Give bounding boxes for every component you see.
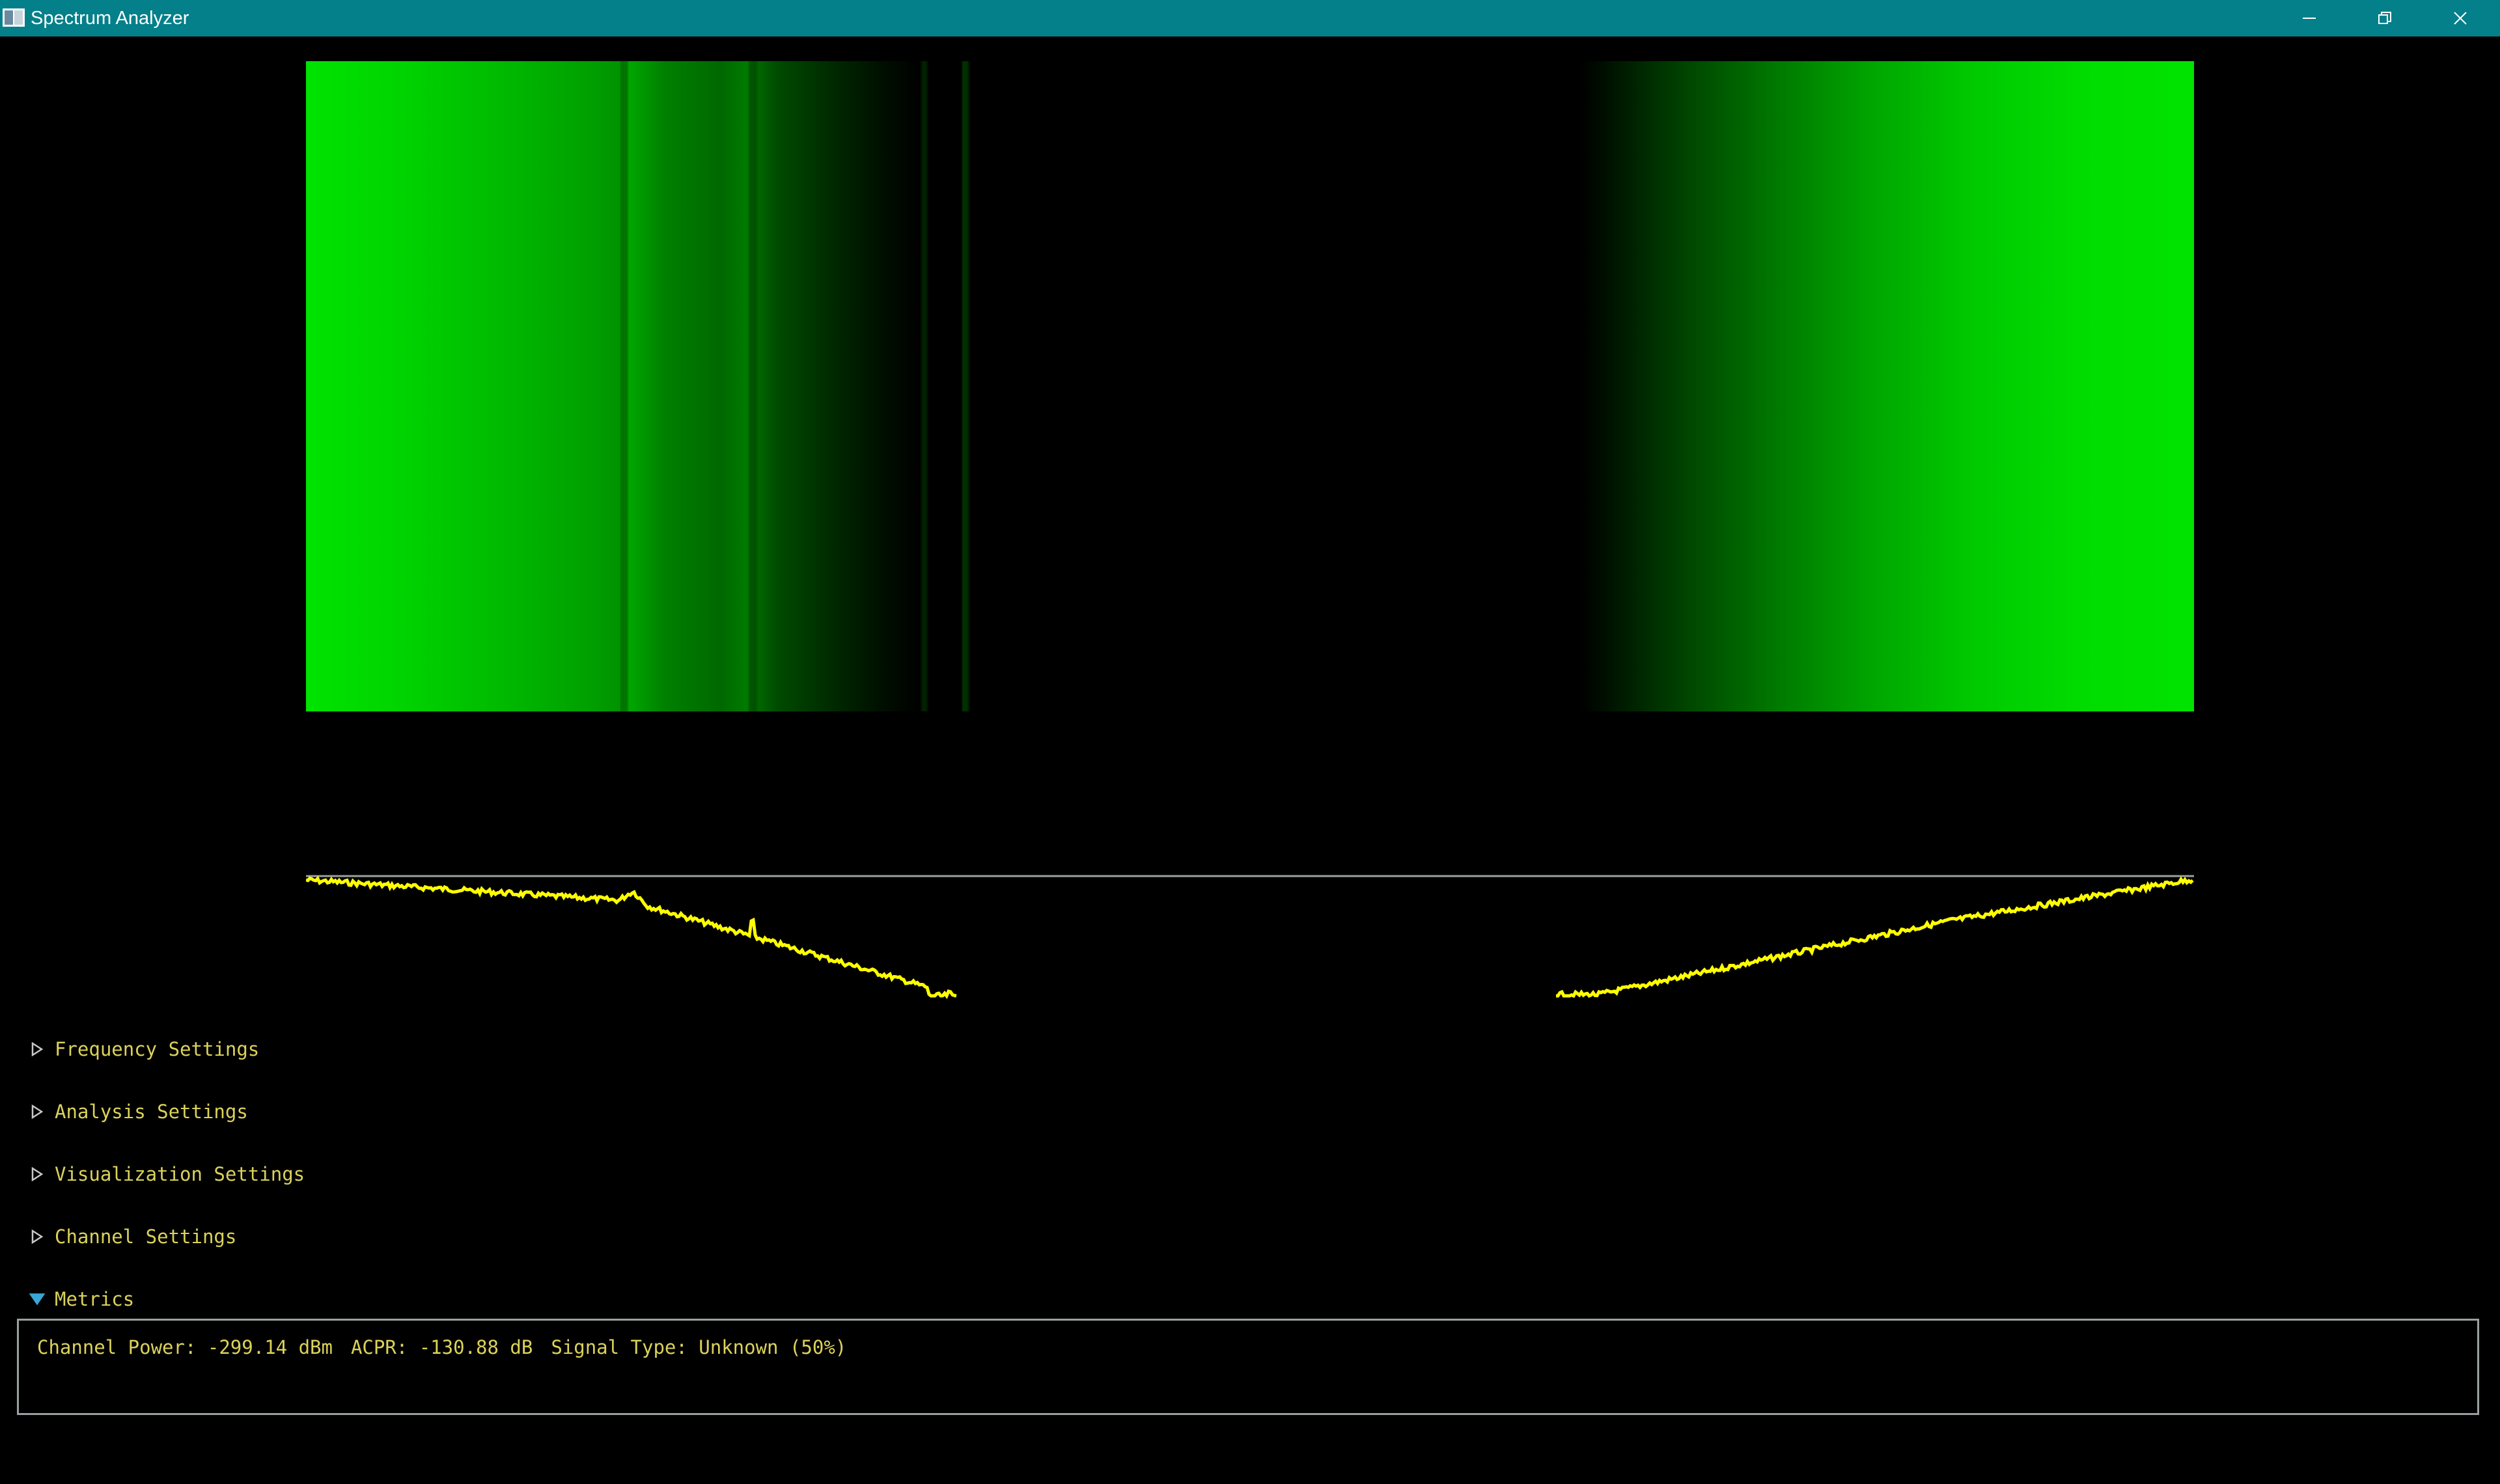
analysis-settings-header[interactable]: Analysis Settings bbox=[29, 1099, 248, 1125]
channel-settings-header[interactable]: Channel Settings bbox=[29, 1224, 236, 1250]
restore-button[interactable] bbox=[2347, 0, 2423, 36]
minimize-button[interactable] bbox=[2271, 0, 2347, 36]
collapsed-arrow-icon bbox=[29, 1041, 46, 1058]
channel-power-value: Channel Power: -299.14 dBm bbox=[37, 1336, 333, 1358]
metrics-header[interactable]: Metrics bbox=[29, 1286, 134, 1312]
close-icon bbox=[2454, 12, 2467, 25]
expanded-arrow-icon bbox=[29, 1291, 46, 1308]
channel-settings-label: Channel Settings bbox=[55, 1226, 237, 1248]
collapsed-arrow-icon bbox=[29, 1166, 46, 1183]
collapsed-arrow-icon bbox=[29, 1103, 46, 1120]
analysis-settings-label: Analysis Settings bbox=[55, 1101, 248, 1123]
waterfall-display bbox=[306, 61, 2194, 711]
visualization-settings-header[interactable]: Visualization Settings bbox=[29, 1161, 305, 1187]
frequency-settings-header[interactable]: Frequency Settings bbox=[29, 1036, 259, 1062]
visualization-settings-label: Visualization Settings bbox=[55, 1163, 305, 1185]
title-bar: Spectrum Analyzer bbox=[0, 0, 2500, 36]
restore-icon bbox=[2378, 12, 2391, 24]
close-button[interactable] bbox=[2423, 0, 2498, 36]
collapsed-arrow-icon bbox=[29, 1228, 46, 1245]
window-title: Spectrum Analyzer bbox=[31, 8, 189, 29]
signal-type-value: Signal Type: Unknown (50%) bbox=[551, 1336, 847, 1358]
frequency-settings-label: Frequency Settings bbox=[55, 1038, 260, 1060]
spectrum-trace-left bbox=[306, 875, 957, 999]
minimize-icon bbox=[2303, 18, 2316, 19]
app-icon bbox=[3, 8, 25, 27]
metrics-label: Metrics bbox=[55, 1288, 135, 1310]
spectrum-plot bbox=[306, 875, 2194, 999]
acpr-value: ACPR: -130.88 dB bbox=[350, 1336, 533, 1358]
metrics-panel: Channel Power: -299.14 dBm ACPR: -130.88… bbox=[17, 1319, 2479, 1415]
metrics-readout: Channel Power: -299.14 dBm ACPR: -130.88… bbox=[37, 1336, 865, 1358]
spectrum-trace-right bbox=[1556, 876, 2194, 998]
